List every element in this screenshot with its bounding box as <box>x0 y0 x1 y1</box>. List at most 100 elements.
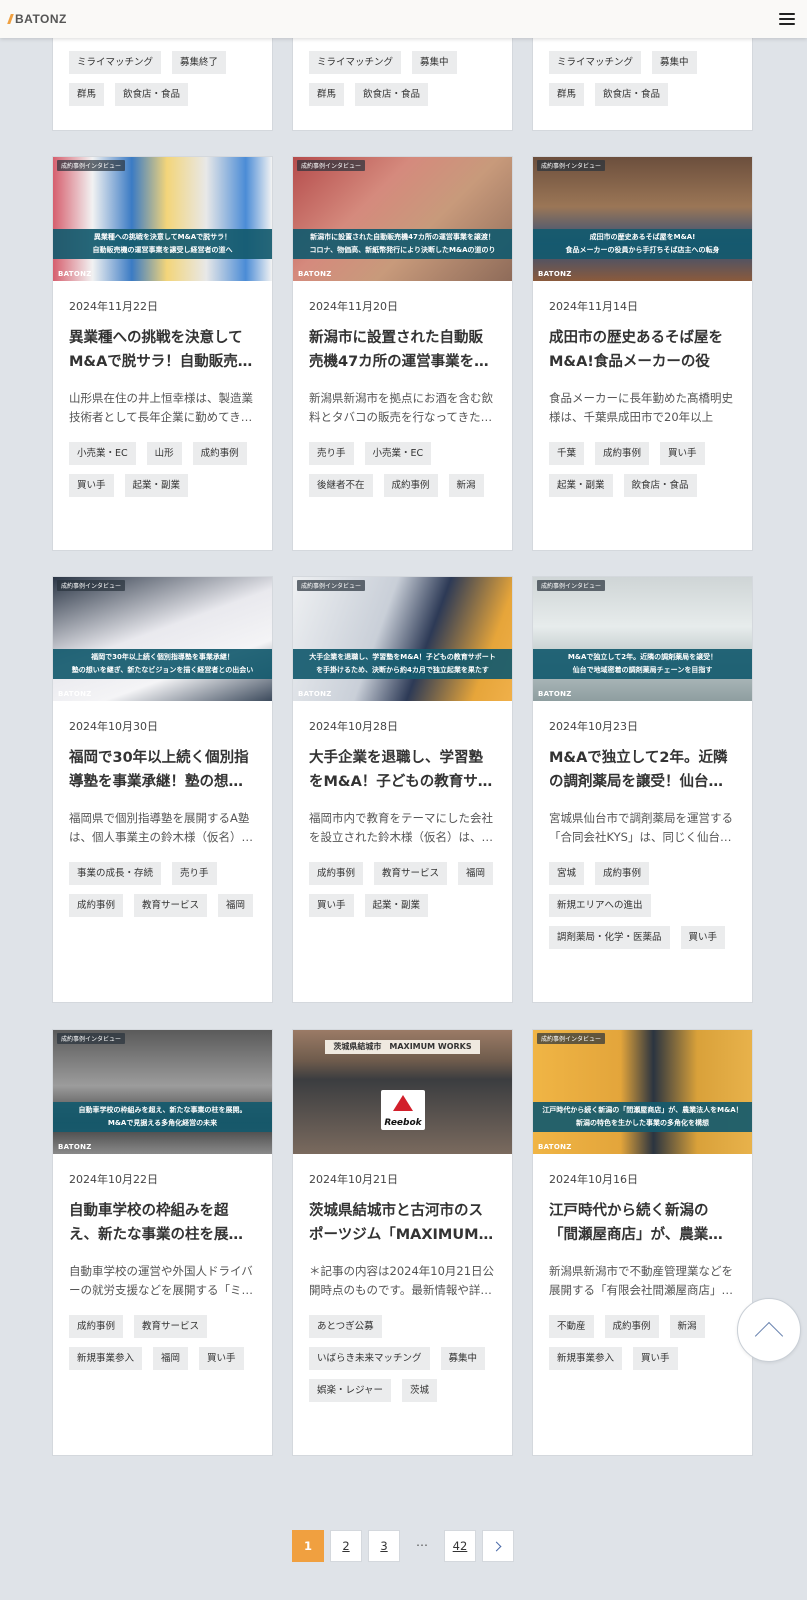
tag[interactable]: いばらき未来マッチング <box>309 1347 430 1370</box>
tag[interactable]: 起業・副業 <box>124 474 189 497</box>
tag[interactable]: 成約事例 <box>309 862 364 885</box>
article-thumbnail[interactable]: 成約事例インタビュー 異業種への挑戦を決意してM&Aで脱サラ！ 自動販売機の運営… <box>53 157 272 281</box>
tag-list: 事業の成長・存続 売り手 成約事例 教育サービス 福岡 <box>69 862 256 926</box>
tag[interactable]: 新規エリアへの進出 <box>549 894 651 917</box>
tag[interactable]: 売り手 <box>172 862 217 885</box>
tag[interactable]: 募集中 <box>412 51 457 74</box>
tag[interactable]: 買い手 <box>309 894 354 917</box>
tag[interactable]: 千葉 <box>549 442 585 465</box>
article-card[interactable]: 茨城県結城市 MAXIMUM WORKS Reebok 2024年10月21日 … <box>292 1029 513 1456</box>
tag[interactable]: 起業・副業 <box>549 474 613 497</box>
tag[interactable]: 新潟 <box>669 1315 705 1338</box>
tag[interactable]: 新規事業参入 <box>69 1347 143 1370</box>
tag-list: 千葉 成約事例 買い手 起業・副業 飲食店・食品 <box>549 442 736 506</box>
article-title[interactable]: 成田市の歴史あるそば屋をM&A!食品メーカーの役員… <box>549 326 736 374</box>
next-page-button[interactable] <box>482 1530 514 1562</box>
tag[interactable]: ミライマッチング <box>69 51 162 74</box>
tag[interactable]: あとつぎ公募 <box>309 1315 382 1338</box>
article-title[interactable]: 異業種への挑戦を決意してM&Aで脱サラ！自動販売… <box>69 326 256 374</box>
article-card[interactable]: 成約事例インタビュー 福岡で30年以上続く個別指導塾を事業承継！ 塾の想いを継ぎ… <box>52 576 273 1003</box>
tag[interactable]: 群馬 <box>309 83 345 106</box>
tag[interactable]: 買い手 <box>69 474 114 497</box>
interview-badge: 成約事例インタビュー <box>297 160 366 171</box>
article-thumbnail[interactable]: 成約事例インタビュー 江戸時代から続く新潟の「間瀬屋商店」が、農業法人をM&A！… <box>533 1030 752 1154</box>
tag[interactable]: 調剤薬局・化学・医薬品 <box>549 926 670 949</box>
tag[interactable]: 飲食店・食品 <box>355 83 429 106</box>
tag[interactable]: 教育サービス <box>134 894 208 917</box>
tag[interactable]: 成約事例 <box>69 1315 124 1338</box>
page-link[interactable]: 3 <box>368 1530 400 1562</box>
article-thumbnail[interactable]: 成約事例インタビュー 新潟市に設置された自動販売機47カ所の運営事業を譲渡！ コ… <box>293 157 512 281</box>
tag[interactable]: 飲食店・食品 <box>623 474 697 497</box>
tag[interactable]: 茨城 <box>402 1379 438 1402</box>
article-thumbnail[interactable]: 成約事例インタビュー 成田市の歴史あるそば屋をM&A! 食品メーカーの役員から手… <box>533 157 752 281</box>
tag[interactable]: 後継者不在 <box>309 474 373 497</box>
tag[interactable]: 教育サービス <box>134 1315 208 1338</box>
tag[interactable]: 娯楽・レジャー <box>309 1379 392 1402</box>
tag[interactable]: 群馬 <box>69 83 105 106</box>
back-to-top-button[interactable] <box>737 1298 801 1362</box>
article-card[interactable]: 成約事例インタビュー 自動車学校の枠組みを超え、新たな事業の柱を展開。 M&Aで… <box>52 1029 273 1456</box>
article-thumbnail[interactable]: 成約事例インタビュー 大手企業を退職し、学習塾をM&A！子どもの教育サポート を… <box>293 577 512 701</box>
article-thumbnail[interactable]: 成約事例インタビュー 福岡で30年以上続く個別指導塾を事業承継！ 塾の想いを継ぎ… <box>53 577 272 701</box>
page-link-last[interactable]: 42 <box>444 1530 476 1562</box>
tag[interactable]: 売り手 <box>309 442 354 465</box>
thumbnail-banner: 異業種への挑戦を決意してM&Aで脱サラ！ 自動販売機の運営事業を譲受し経営者の道… <box>53 229 272 259</box>
tag[interactable]: 募集中 <box>440 1347 486 1370</box>
article-card[interactable]: 成約事例インタビュー M&Aで独立して2年。近隣の調剤薬局を譲受！ 仙台で地域密… <box>532 576 753 1003</box>
tag[interactable]: 買い手 <box>660 442 705 465</box>
tag[interactable]: 募集終了 <box>172 51 227 74</box>
tag[interactable]: 事業の成長・存続 <box>69 862 162 885</box>
page-link-current[interactable]: 1 <box>292 1530 324 1562</box>
article-thumbnail[interactable]: 茨城県結城市 MAXIMUM WORKS Reebok <box>293 1030 512 1154</box>
article-title[interactable]: 自動車学校の枠組みを超え、新たな事業の柱を展… <box>69 1199 256 1247</box>
tag[interactable]: 教育サービス <box>374 862 448 885</box>
tag[interactable]: 不動産 <box>549 1315 594 1338</box>
tag[interactable]: 成約事例 <box>595 442 650 465</box>
tag[interactable]: 成約事例 <box>604 1315 659 1338</box>
tag[interactable]: 飲食店・食品 <box>595 83 669 106</box>
article-thumbnail[interactable]: 成約事例インタビュー M&Aで独立して2年。近隣の調剤薬局を譲受！ 仙台で地域密… <box>533 577 752 701</box>
tag[interactable]: 福岡 <box>218 894 254 917</box>
article-excerpt: 自動車学校の運営や外国人ドライバーの就労支援などを展開する「ミ… <box>69 1264 253 1297</box>
tag[interactable]: 成約事例 <box>595 862 650 885</box>
tag[interactable]: 起業・副業 <box>364 894 429 917</box>
thumbnail-banner: 福岡で30年以上続く個別指導塾を事業承継！ 塾の想いを継ぎ、新たなビジョンを描く… <box>53 649 272 679</box>
tag[interactable]: 募集中 <box>652 51 697 74</box>
tag[interactable]: 飲食店・食品 <box>115 83 189 106</box>
logo-slash-icon <box>7 14 14 24</box>
article-title[interactable]: 大手企業を退職し、学習塾をM&A！子どもの教育サ… <box>309 746 496 794</box>
thumbnail-brand: BATONZ <box>298 270 332 278</box>
batonz-logo[interactable]: BATONZ <box>7 12 67 26</box>
tag[interactable]: 成約事例 <box>383 474 438 497</box>
article-card[interactable]: 成約事例インタビュー 異業種への挑戦を決意してM&Aで脱サラ！ 自動販売機の運営… <box>52 156 273 551</box>
tag[interactable]: 福岡 <box>458 862 494 885</box>
tag[interactable]: 小売業・EC <box>69 442 136 465</box>
tag[interactable]: 宮城 <box>549 862 585 885</box>
tag[interactable]: 群馬 <box>549 83 585 106</box>
tag[interactable]: 成約事例 <box>192 442 247 465</box>
tag[interactable]: 買い手 <box>199 1347 244 1370</box>
tag[interactable]: ミライマッチング <box>549 51 642 74</box>
tag[interactable]: 新規事業参入 <box>549 1347 623 1370</box>
article-thumbnail[interactable]: 成約事例インタビュー 自動車学校の枠組みを超え、新たな事業の柱を展開。 M&Aで… <box>53 1030 272 1154</box>
tag[interactable]: ミライマッチング <box>309 51 402 74</box>
tag[interactable]: 買い手 <box>680 926 726 949</box>
article-card[interactable]: 成約事例インタビュー 江戸時代から続く新潟の「間瀬屋商店」が、農業法人をM&A！… <box>532 1029 753 1456</box>
tag[interactable]: 小売業・EC <box>364 442 432 465</box>
article-title[interactable]: M&Aで独立して2年。近隣の調剤薬局を譲受！仙台… <box>549 746 736 794</box>
tag[interactable]: 山形 <box>146 442 182 465</box>
tag[interactable]: 福岡 <box>153 1347 189 1370</box>
article-card[interactable]: 成約事例インタビュー 成田市の歴史あるそば屋をM&A! 食品メーカーの役員から手… <box>532 156 753 551</box>
article-title[interactable]: 江戸時代から続く新潟の「間瀬屋商店」が、農業… <box>549 1199 736 1247</box>
article-card[interactable]: 成約事例インタビュー 新潟市に設置された自動販売機47カ所の運営事業を譲渡！ コ… <box>292 156 513 551</box>
article-title[interactable]: 茨城県結城市と古河市のスポーツジム「MAXIMUM… <box>309 1199 496 1247</box>
page-link[interactable]: 2 <box>330 1530 362 1562</box>
tag[interactable]: 成約事例 <box>69 894 124 917</box>
article-title[interactable]: 福岡で30年以上続く個別指導塾を事業承継！塾の想… <box>69 746 256 794</box>
tag[interactable]: 買い手 <box>633 1347 678 1370</box>
tag[interactable]: 新潟 <box>448 474 484 497</box>
article-card[interactable]: 成約事例インタビュー 大手企業を退職し、学習塾をM&A！子どもの教育サポート を… <box>292 576 513 1003</box>
hamburger-menu-icon[interactable] <box>779 13 795 25</box>
article-title[interactable]: 新潟市に設置された自動販売機47カ所の運営事業を… <box>309 326 496 374</box>
